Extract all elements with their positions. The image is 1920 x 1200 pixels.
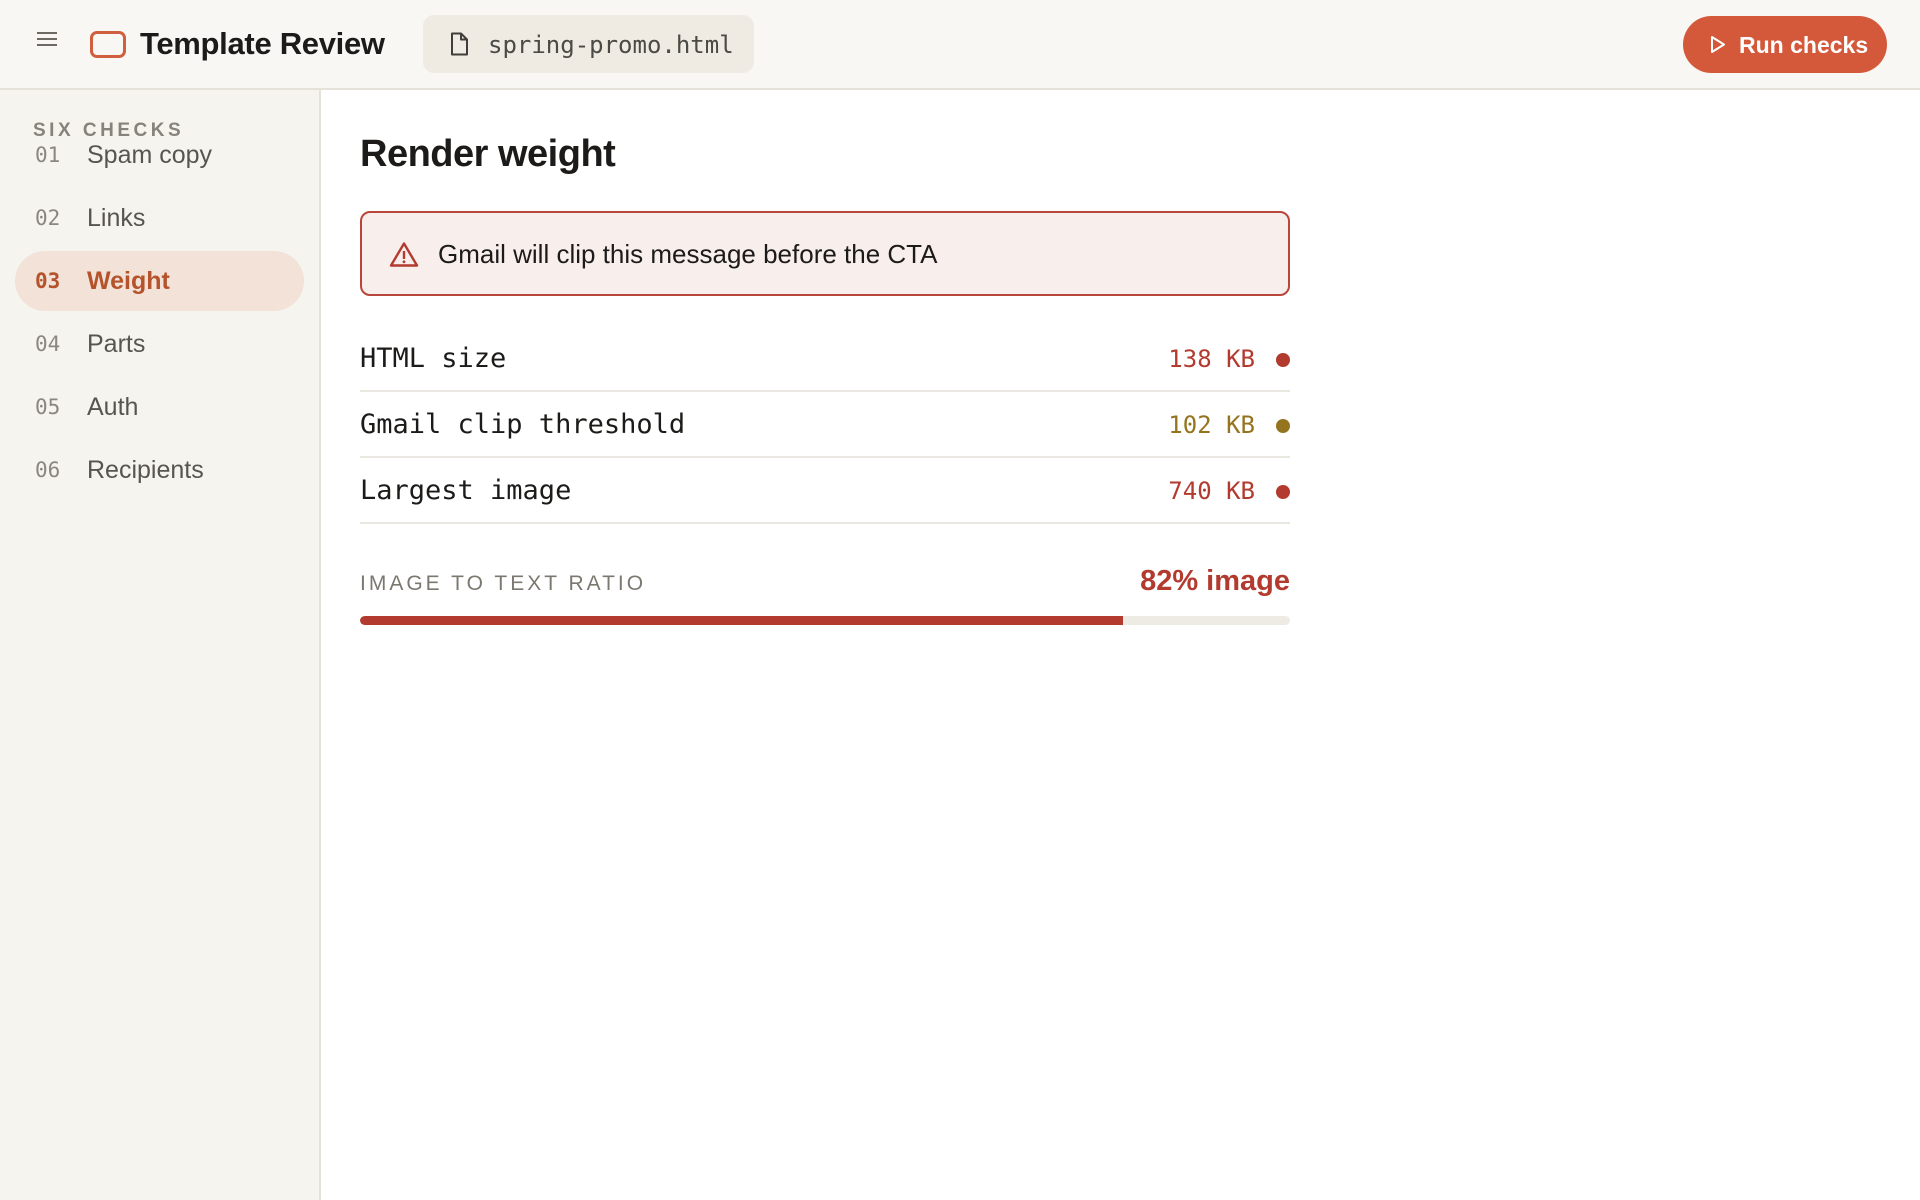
sidebar-item-label: Parts — [87, 330, 146, 358]
sidebar-item-number: 06 — [35, 458, 61, 482]
ratio-progress-fill — [360, 616, 1123, 625]
metric-label: Gmail clip threshold — [360, 409, 686, 440]
status-dot — [1276, 419, 1290, 433]
metric-row-gmail-clip-threshold: Gmail clip threshold 102 KB — [360, 392, 1290, 458]
sidebar-item-label: Links — [87, 204, 146, 232]
clip-warning-alert: Gmail will clip this message before the … — [360, 211, 1290, 296]
sidebar-item-auth[interactable]: 05 Auth — [15, 377, 304, 437]
sidebar-item-spam-copy[interactable]: 01 Spam copy — [15, 125, 304, 185]
file-icon — [451, 32, 468, 56]
sidebar-item-label: Spam copy — [87, 141, 213, 169]
file-chip[interactable]: spring-promo.html — [423, 15, 754, 73]
sidebar-item-recipients[interactable]: 06 Recipients — [15, 440, 304, 500]
play-icon — [1711, 36, 1725, 53]
main-content: Render weight Gmail will clip this messa… — [323, 90, 1920, 1200]
metric-value: 740 KB — [1168, 477, 1255, 505]
sidebar-item-weight[interactable]: 03 Weight — [15, 251, 304, 311]
metric-row-largest-image: Largest image 740 KB — [360, 458, 1290, 524]
status-dot — [1276, 485, 1290, 499]
sidebar-item-number: 04 — [35, 332, 61, 356]
sidebar: SIX CHECKS 01 Spam copy 02 Links 03 Weig… — [0, 90, 321, 1200]
run-checks-button[interactable]: Run checks — [1683, 16, 1887, 73]
metric-value: 138 KB — [1168, 345, 1255, 373]
app-logo-icon — [90, 31, 126, 58]
sidebar-item-number: 02 — [35, 206, 61, 230]
run-checks-label: Run checks — [1739, 32, 1869, 58]
top-bar: Template Review spring-promo.html Run ch… — [0, 0, 1920, 90]
app-title: Template Review — [140, 26, 385, 61]
ratio-value: 82% image — [1140, 565, 1290, 597]
sidebar-item-number: 05 — [35, 395, 61, 419]
ratio-label: IMAGE TO TEXT RATIO — [360, 572, 647, 595]
sidebar-item-number: 03 — [35, 269, 61, 293]
metric-label: HTML size — [360, 343, 507, 374]
sidebar-item-label: Recipients — [87, 456, 204, 484]
sidebar-item-label: Weight — [87, 267, 170, 295]
sidebar-item-number: 01 — [35, 143, 61, 167]
sidebar-item-label: Auth — [87, 393, 139, 421]
ratio-progress-bar — [360, 616, 1290, 625]
metric-value: 102 KB — [1168, 411, 1255, 439]
sidebar-item-links[interactable]: 02 Links — [15, 188, 304, 248]
metric-label: Largest image — [360, 475, 572, 506]
hamburger-menu-icon[interactable] — [34, 29, 62, 51]
page-title: Render weight — [360, 133, 616, 175]
sidebar-item-parts[interactable]: 04 Parts — [15, 314, 304, 374]
warning-triangle-icon — [389, 242, 419, 267]
status-dot — [1276, 353, 1290, 367]
metric-row-html-size: HTML size 138 KB — [360, 326, 1290, 392]
file-name: spring-promo.html — [488, 31, 734, 59]
alert-message: Gmail will clip this message before the … — [438, 239, 938, 269]
